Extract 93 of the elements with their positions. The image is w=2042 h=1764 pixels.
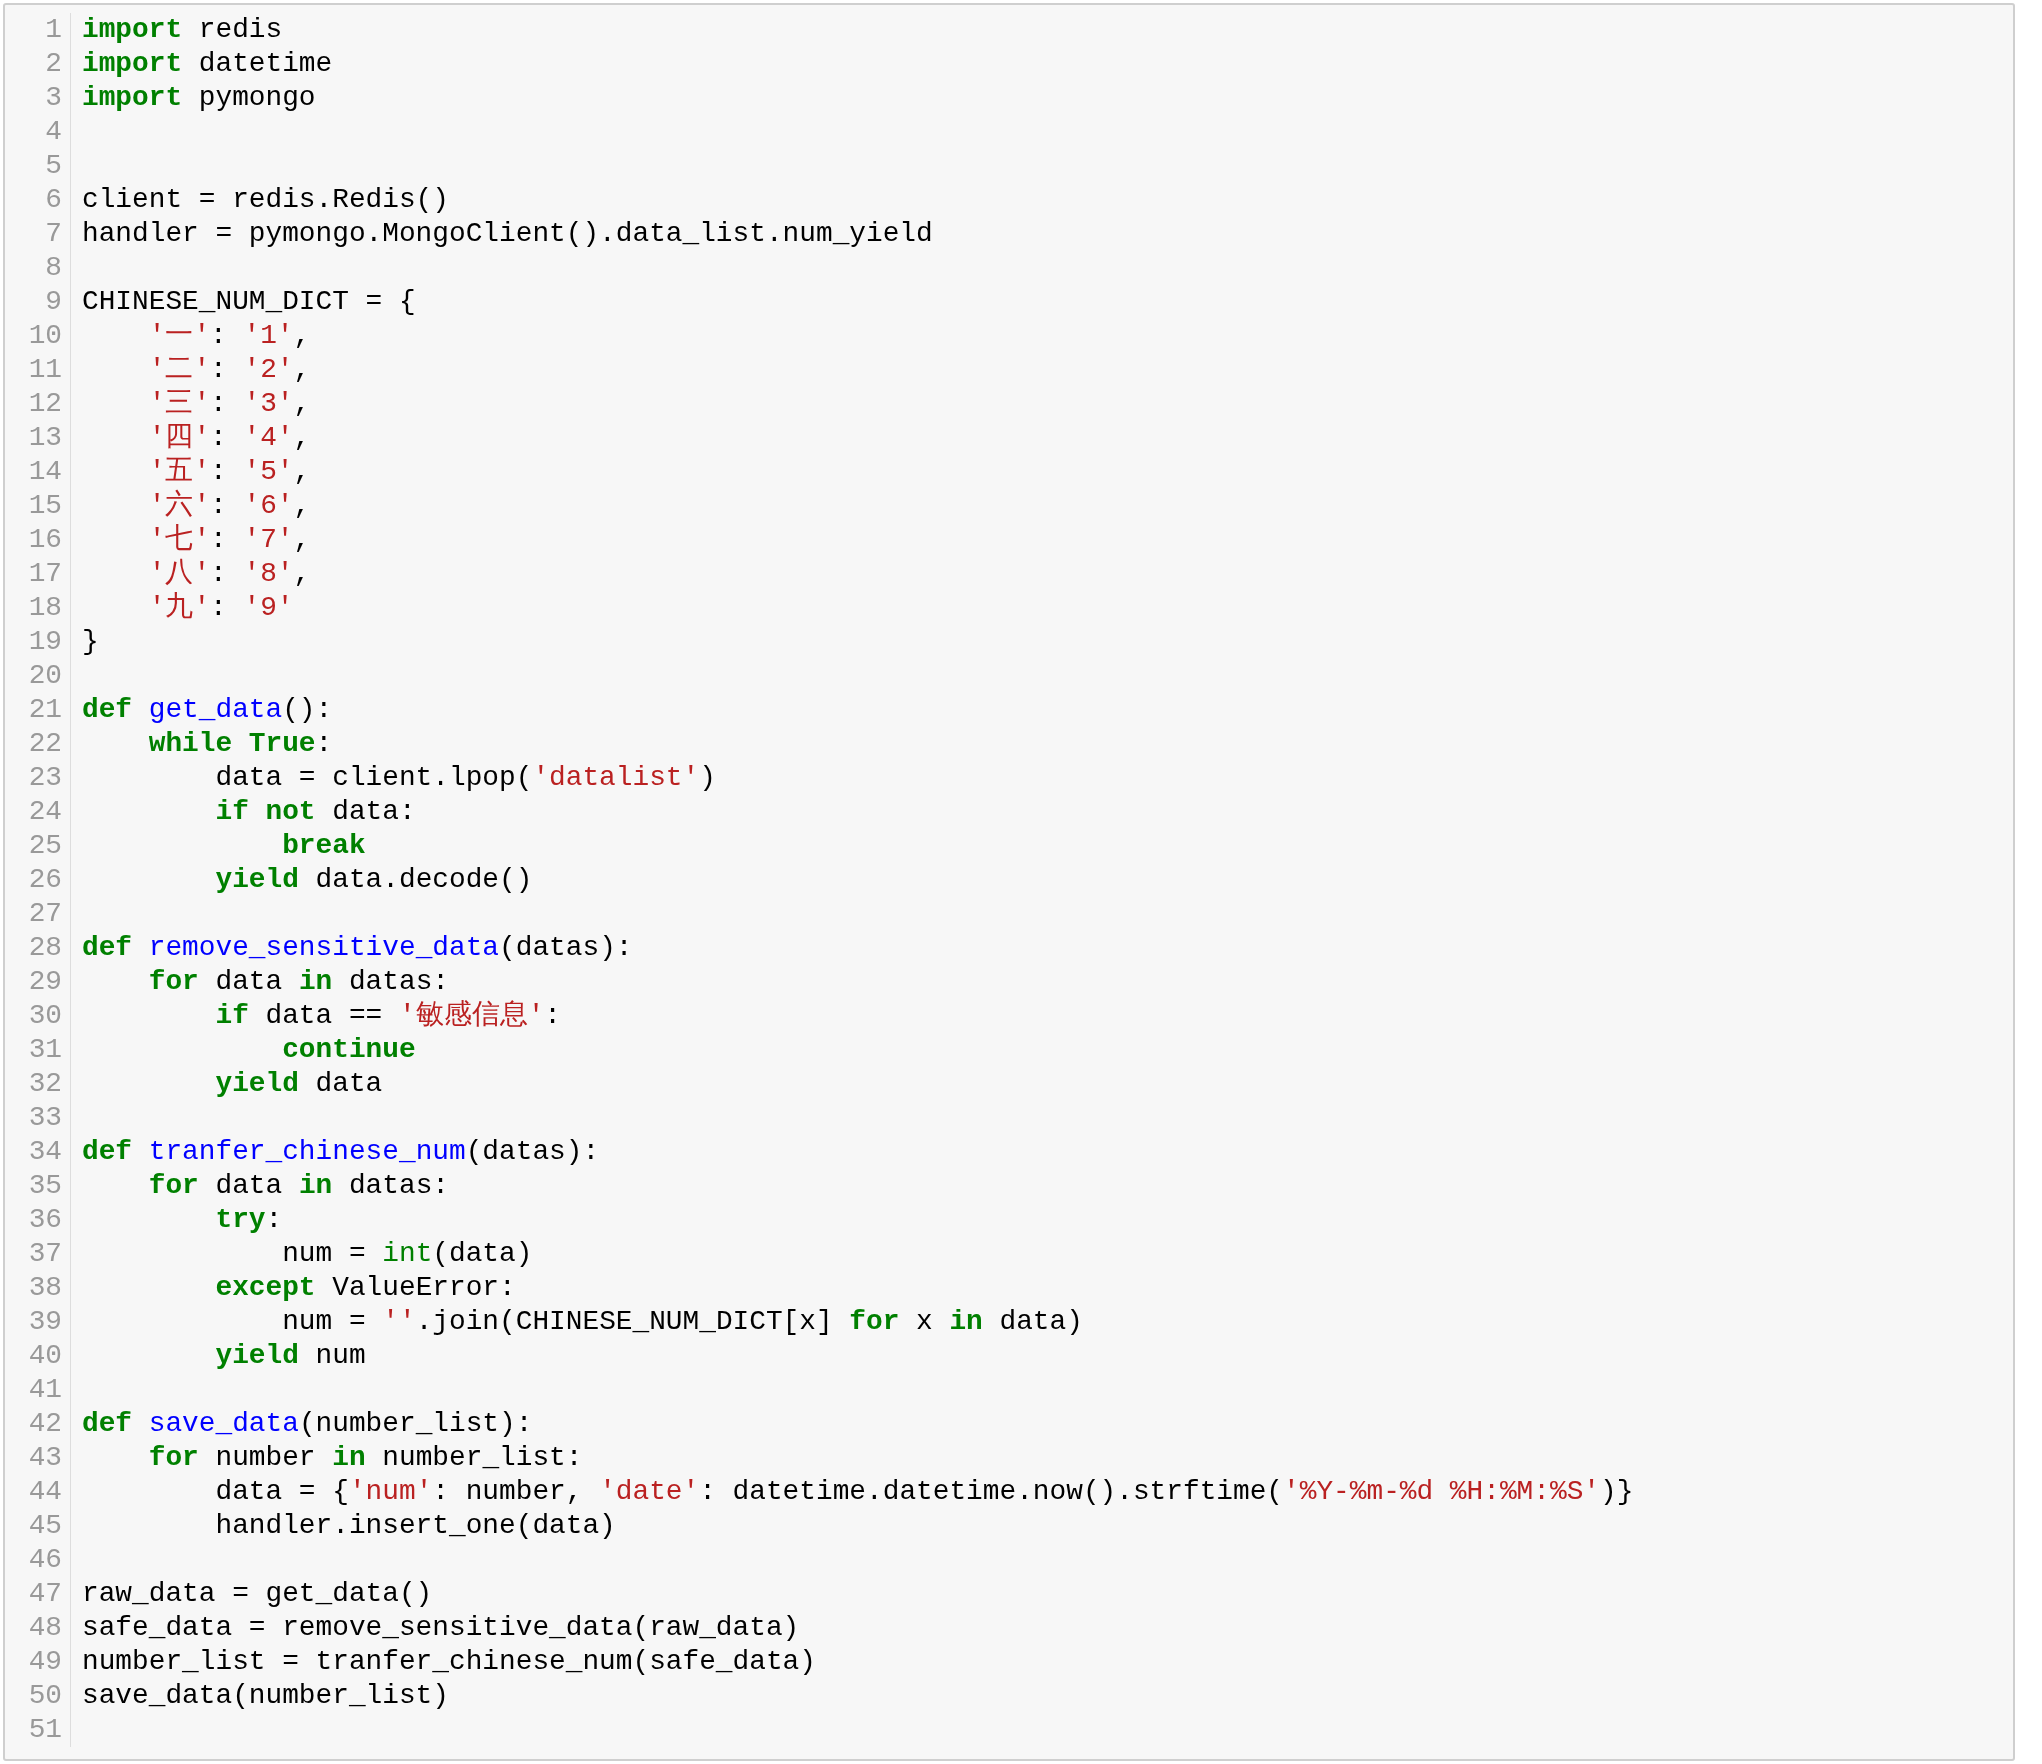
line-number: 2: [45, 48, 62, 79]
line-number: 22: [28, 728, 62, 759]
line-number: 21: [28, 694, 62, 725]
code-line: '七': '7',: [147, 524, 311, 555]
line-number: 33: [28, 1102, 62, 1133]
line-number: 16: [28, 524, 62, 555]
line-number: 27: [28, 898, 62, 929]
line-number: 32: [28, 1068, 62, 1099]
line-number: 25: [28, 830, 62, 861]
code-line: '二': '2',: [147, 354, 311, 385]
line-number: 8: [45, 252, 62, 283]
line-number: 6: [45, 184, 62, 215]
code-line: for data in datas:: [147, 966, 450, 997]
code-line: '八': '8',: [147, 558, 311, 589]
code-line: '四': '4',: [147, 422, 311, 453]
code-line: def get_data():: [82, 694, 333, 725]
code-line: try:: [214, 1204, 283, 1235]
line-number: 31: [28, 1034, 62, 1065]
code-line: import datetime: [82, 48, 333, 79]
line-number: 38: [28, 1272, 62, 1303]
line-number: 20: [28, 660, 62, 691]
line-number: 12: [28, 388, 62, 419]
code-line: handler = pymongo.MongoClient().data_list.num_yield: [82, 218, 933, 249]
code-line: def save_data(number_list):: [82, 1408, 533, 1439]
code-line: except ValueError:: [214, 1272, 516, 1303]
line-number: 28: [28, 932, 62, 963]
line-number: 10: [28, 320, 62, 351]
line-number: 41: [28, 1374, 62, 1405]
code-line: save_data(number_list): [82, 1680, 449, 1711]
code-line: number_list = tranfer_chinese_num(safe_data): [82, 1646, 816, 1677]
code-line: raw_data = get_data(): [82, 1578, 433, 1609]
code-line: data = {'num': number, 'date': datetime.datetime.now().strftime('%Y-%m-%d %H:%M:%S')}: [214, 1476, 1634, 1507]
code-line: for number in number_list:: [147, 1442, 583, 1473]
code-line: client = redis.Redis(): [82, 184, 449, 215]
code-line: yield data: [214, 1068, 383, 1099]
line-number: 35: [28, 1170, 62, 1201]
code-line: }: [82, 626, 99, 657]
code-line: import redis: [82, 14, 283, 45]
line-number: 5: [45, 150, 62, 181]
code-line: def remove_sensitive_data(datas):: [82, 932, 633, 963]
line-number: 44: [28, 1476, 62, 1507]
code-line: yield data.decode(): [214, 864, 533, 895]
line-number: 7: [45, 218, 62, 249]
line-number: 1: [45, 14, 62, 45]
line-number: 40: [28, 1340, 62, 1371]
code-line: '六': '6',: [147, 490, 311, 521]
line-number: 46: [28, 1544, 62, 1575]
line-number: 11: [28, 354, 62, 385]
code-line: data = client.lpop('datalist'): [214, 762, 716, 793]
line-number: 30: [28, 1000, 62, 1031]
line-number: 19: [28, 626, 62, 657]
line-number: 50: [28, 1680, 62, 1711]
code-line: while True:: [147, 728, 333, 759]
code-line: break: [281, 830, 366, 861]
line-number: 23: [28, 762, 62, 793]
line-number: 4: [45, 116, 62, 147]
line-number: 51: [28, 1714, 62, 1745]
code-line: for data in datas:: [147, 1170, 450, 1201]
line-number: 29: [28, 966, 62, 997]
line-number: 24: [28, 796, 62, 827]
line-number: 14: [28, 456, 62, 487]
code-line: safe_data = remove_sensitive_data(raw_data): [82, 1612, 800, 1643]
code-line: import pymongo: [82, 82, 316, 113]
line-number: 34: [28, 1136, 62, 1167]
code-line: if data == '敏感信息':: [214, 1000, 561, 1031]
code-line: num = int(data): [281, 1238, 533, 1269]
line-number: 15: [28, 490, 62, 521]
code-line: num = ''.join(CHINESE_NUM_DICT[x] for x in data): [281, 1306, 1083, 1337]
line-number: 49: [28, 1646, 62, 1677]
code-line: def tranfer_chinese_num(datas):: [82, 1136, 600, 1167]
line-number: 13: [28, 422, 62, 453]
line-number: 26: [28, 864, 62, 895]
line-number: 36: [28, 1204, 62, 1235]
code-line: '三': '3',: [147, 388, 311, 419]
line-number: 37: [28, 1238, 62, 1269]
line-number: 45: [28, 1510, 62, 1541]
code-line: yield num: [214, 1340, 366, 1371]
line-number: 9: [45, 286, 62, 317]
line-number: 39: [28, 1306, 62, 1337]
code-line: continue: [281, 1034, 416, 1065]
code-line: '五': '5',: [147, 456, 311, 487]
line-number: 18: [28, 592, 62, 623]
line-number: 3: [45, 82, 62, 113]
code-line: if not data:: [214, 796, 416, 827]
line-number: 48: [28, 1612, 62, 1643]
line-number: 47: [28, 1578, 62, 1609]
code-line: '一': '1',: [147, 320, 311, 351]
code-line: '九': '9': [147, 592, 294, 623]
code-line: handler.insert_one(data): [214, 1510, 616, 1541]
line-number: 43: [28, 1442, 62, 1473]
line-number: 42: [28, 1408, 62, 1439]
code-line: CHINESE_NUM_DICT = {: [82, 286, 416, 317]
line-number: 17: [28, 558, 62, 589]
